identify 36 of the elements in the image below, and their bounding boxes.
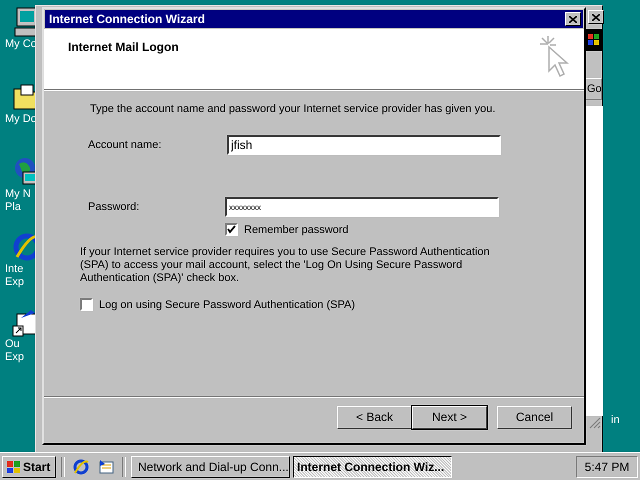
window-title: Internet Connection Wizard	[48, 12, 205, 26]
windows-logo-icon	[587, 33, 601, 47]
icon-label: Pla	[5, 201, 21, 214]
checkbox[interactable]	[225, 223, 238, 236]
password-field[interactable]: xxxxxxxx	[225, 197, 499, 217]
close-button[interactable]	[565, 12, 581, 26]
checkbox[interactable]	[80, 298, 93, 311]
checkbox-label: Remember password	[244, 224, 349, 236]
icon-label: Ou	[5, 338, 20, 351]
field-label: Account name:	[88, 139, 162, 151]
page-heading: Internet Mail Logon	[68, 40, 179, 54]
instruction-text: Type the account name and password your Internet service provider has given you.	[90, 103, 496, 115]
close-button[interactable]	[588, 10, 604, 24]
icon-label: Exp	[5, 276, 24, 289]
start-button[interactable]: Start	[2, 456, 56, 478]
spa-explanation-text: If your Internet service provider requires you to use Secure Password Authentication (SPA) to access your mail account, select the 'Log On Using Secure Password Authentication (SPA)' check box.	[80, 246, 490, 285]
close-icon	[592, 14, 600, 20]
resize-grip-icon[interactable]	[589, 417, 601, 429]
icon-label: in	[611, 414, 620, 426]
windows-logo-icon	[5, 460, 21, 474]
field-label: Password:	[88, 201, 140, 213]
clock: 5:47 PM	[576, 456, 638, 478]
taskbar-button[interactable]: Internet Connection Wiz...	[293, 456, 452, 478]
browser-icon[interactable]	[72, 458, 90, 476]
taskbar-button[interactable]: Network and Dial-up Conn...	[131, 456, 290, 478]
icon-label: Exp	[5, 351, 24, 364]
wizard-button[interactable]: Next >	[412, 406, 487, 428]
wizard-button[interactable]: Cancel	[497, 406, 572, 428]
close-icon	[569, 16, 577, 22]
icon-label: My N	[5, 188, 31, 201]
mail-icon[interactable]	[97, 458, 115, 476]
checkmark-icon	[227, 225, 236, 234]
checkbox-label: Log on using Secure Password Authentication (SPA)	[99, 298, 356, 310]
icon-label: Inte	[5, 263, 24, 276]
account-name-field[interactable]: jfish	[227, 135, 501, 155]
wizard-button[interactable]: < Back	[337, 406, 412, 428]
